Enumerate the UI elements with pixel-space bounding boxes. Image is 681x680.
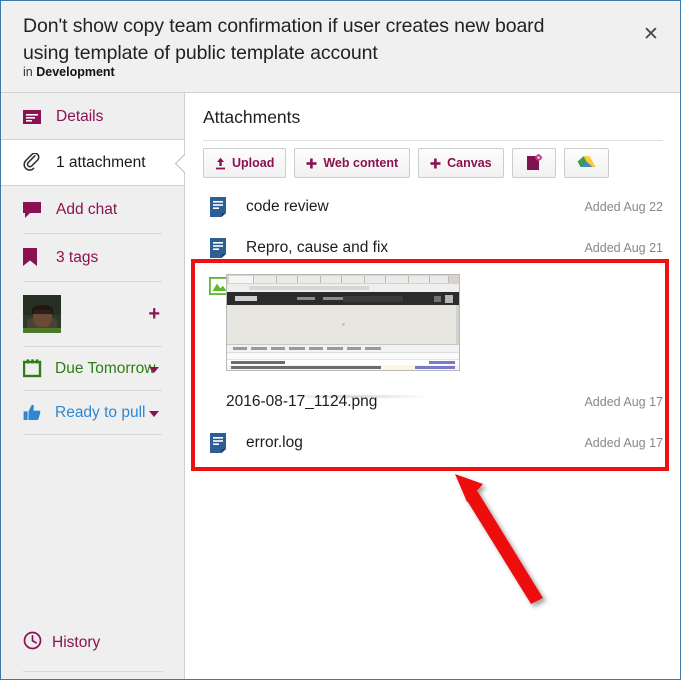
page-title: Don't show copy team confirmation if use…	[23, 15, 545, 64]
avatar-bg-bottom	[23, 327, 61, 333]
attachments-panel: Attachments Upload Web content Canvas co…	[186, 93, 680, 679]
sidebar-members-row: +	[1, 282, 184, 346]
add-member-button[interactable]: +	[148, 304, 160, 324]
thumb-scrollbar	[456, 305, 459, 344]
tag-bookmark-icon	[23, 247, 47, 269]
attachment-added-date: Added Aug 17	[584, 395, 663, 409]
plus-icon	[430, 158, 441, 169]
attachment-name: error.log	[246, 433, 303, 451]
list-item[interactable]: error.log Added Aug 17	[186, 422, 680, 463]
web-content-label: Web content	[323, 156, 399, 170]
sidebar-item-label: History	[52, 634, 101, 651]
thumbs-up-icon	[23, 403, 45, 423]
sidebar-status[interactable]: Ready to pull	[1, 391, 184, 434]
breadcrumb-prefix: in	[23, 65, 33, 79]
thumb-devtools-console	[227, 344, 459, 370]
document-template-button[interactable]	[511, 148, 556, 178]
due-date-label: Due Tomorrow	[55, 359, 156, 377]
board-breadcrumb: in Development	[23, 65, 115, 79]
upload-label: Upload	[232, 156, 275, 170]
document-icon	[209, 196, 229, 218]
sidebar-divider	[23, 671, 163, 672]
upload-button[interactable]: Upload	[203, 148, 287, 178]
avatar[interactable]	[23, 295, 61, 333]
close-icon[interactable]: ✕	[638, 21, 664, 47]
attachments-toolbar: Upload Web content Canvas	[203, 148, 609, 178]
panel-heading: Attachments	[203, 107, 301, 127]
upload-arrow-icon	[215, 157, 226, 170]
attachments-list: code review Added Aug 22 Repro, cause an…	[186, 186, 680, 463]
sidebar-due-date[interactable]: Due Tomorrow	[1, 347, 184, 390]
thumb-browser-tabbar	[227, 275, 459, 284]
sidebar-divider	[23, 434, 162, 435]
list-item[interactable]: code review Added Aug 22	[186, 186, 680, 227]
active-tab-notch	[174, 152, 185, 174]
image-thumbnail-wrap	[226, 268, 680, 399]
document-gear-icon	[525, 154, 543, 172]
sidebar-item-label: Details	[56, 107, 104, 125]
calendar-icon	[23, 359, 45, 379]
sidebar-item-details[interactable]: Details	[1, 93, 184, 140]
panel-divider	[203, 140, 663, 141]
chat-bubble-icon	[23, 199, 47, 221]
sidebar-item-label: 3 tags	[56, 248, 99, 266]
status-label: Ready to pull	[55, 403, 146, 421]
canvas-button[interactable]: Canvas	[418, 148, 504, 178]
sidebar-item-label: Add chat	[56, 200, 118, 218]
document-icon	[209, 237, 229, 259]
google-drive-icon	[577, 155, 596, 172]
list-item-image[interactable]: 2016-08-17_1124.png Added Aug 17	[186, 268, 680, 422]
breadcrumb-board-name: Development	[36, 65, 115, 79]
sidebar-item-label: 1 attachment	[56, 153, 146, 171]
chevron-down-icon[interactable]	[149, 366, 159, 373]
attachment-name: code review	[246, 197, 329, 215]
avatar-glasses	[33, 310, 51, 315]
clock-icon	[23, 631, 42, 655]
sidebar: Details 1 attachment Add chat 3 tags + D…	[1, 93, 185, 679]
card-header: Don't show copy team confirmation if use…	[1, 1, 680, 93]
thumbnail-shadow	[272, 394, 432, 399]
attachment-added-date: Added Aug 22	[584, 199, 663, 214]
sidebar-item-tags[interactable]: 3 tags	[1, 234, 184, 281]
thumb-page-body	[227, 305, 459, 344]
attachment-added-date: Added Aug 17	[584, 435, 663, 450]
canvas-label: Canvas	[447, 156, 492, 170]
image-thumbnail[interactable]	[226, 274, 460, 371]
card-detail-window: Don't show copy team confirmation if use…	[0, 0, 681, 680]
paperclip-icon	[23, 152, 47, 174]
google-drive-button[interactable]	[563, 148, 609, 178]
details-icon	[23, 106, 47, 128]
list-item[interactable]: Repro, cause and fix Added Aug 21	[186, 227, 680, 268]
chevron-down-icon[interactable]	[149, 410, 159, 417]
plus-icon	[306, 158, 317, 169]
sidebar-item-add-chat[interactable]: Add chat	[1, 186, 184, 233]
attachment-name: Repro, cause and fix	[246, 238, 389, 256]
sidebar-item-history[interactable]: History	[1, 620, 184, 666]
attachment-added-date: Added Aug 21	[584, 240, 663, 255]
sidebar-item-attachments[interactable]: 1 attachment	[1, 139, 184, 186]
web-content-button[interactable]: Web content	[294, 148, 411, 178]
document-icon	[209, 432, 229, 454]
thumb-app-navbar	[227, 292, 459, 305]
